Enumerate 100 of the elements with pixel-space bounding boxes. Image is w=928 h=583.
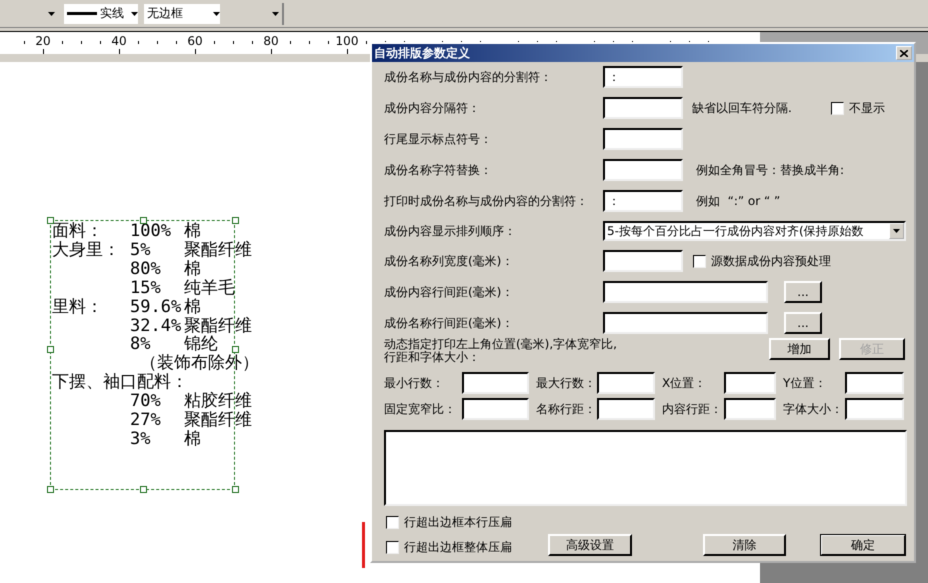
ruler-label: 80 — [263, 35, 279, 47]
material-text: 粘胶纤维 — [184, 392, 252, 412]
field-label: 成份内容分隔符： — [384, 100, 481, 116]
checkbox[interactable] — [386, 541, 399, 554]
clear-button[interactable]: 清除 — [703, 534, 786, 556]
text-field[interactable] — [845, 398, 904, 420]
resize-handle[interactable] — [47, 346, 54, 353]
text-field[interactable] — [597, 398, 655, 420]
text-field[interactable] — [603, 159, 683, 181]
text-field[interactable] — [724, 372, 776, 394]
checkbox-label: 行超出边框整体压扁 — [404, 539, 512, 556]
field-label: 行尾显示标点符号： — [384, 130, 493, 148]
material-text: 纯羊毛 — [184, 278, 235, 298]
composition-label: 大身里： — [52, 240, 121, 260]
material-text: 聚酯纤维 — [184, 240, 252, 260]
ruler-label: 60 — [187, 35, 203, 47]
text-field[interactable] — [597, 372, 655, 394]
percentage-text: 3% — [130, 430, 152, 449]
percentage-text: 15% — [130, 278, 162, 298]
checkbox[interactable] — [386, 516, 399, 529]
material-text: 棉 — [184, 222, 201, 241]
ruler-label: 40 — [111, 35, 127, 47]
field-label: 最大行数： — [535, 374, 597, 392]
text-area[interactable] — [384, 430, 907, 506]
field-label: 成份名称与成份内容的分割符： — [384, 68, 553, 86]
insertion-line — [362, 522, 365, 568]
percentage-text: 27% — [130, 411, 162, 430]
text-field[interactable] — [603, 97, 683, 119]
percentage-text: 70% — [130, 392, 162, 412]
text-field[interactable] — [462, 398, 529, 420]
text-field[interactable] — [845, 372, 904, 394]
resize-handle[interactable] — [232, 486, 239, 493]
checkbox[interactable] — [830, 102, 844, 114]
text-field[interactable] — [462, 372, 529, 394]
checkbox-label: 源数据成份内容预处理 — [711, 252, 831, 270]
checkbox-label: 行超出边框本行压扁 — [404, 514, 512, 531]
hint-text: 例如全角冒号：替换成半角: — [696, 162, 844, 178]
add-button[interactable]: 增加 — [769, 338, 830, 360]
checkbox[interactable] — [693, 254, 706, 268]
composition-label: 下摆、袖口配料： — [52, 373, 188, 392]
field-label: 成份内容显示排列顺序： — [384, 222, 517, 240]
field-label: 成份名称字符替换： — [384, 162, 493, 178]
field-label: 名称行距： — [535, 400, 597, 418]
resize-handle[interactable] — [140, 486, 147, 493]
material-text: 聚酯纤维 — [184, 411, 252, 430]
hint-text: 例如 “:” or “ ” — [696, 192, 780, 210]
browse-button[interactable]: ... — [784, 312, 822, 334]
text-field[interactable]: ： — [603, 66, 683, 88]
hint-text: 缺省以回车符分隔. — [692, 100, 792, 116]
section-label: 动态指定打印左上角位置(毫米),字体宽窄比, 行距和字体大小： — [384, 338, 618, 366]
percentage-text: 80% — [130, 260, 162, 279]
percentage-text: 59.6% — [130, 298, 182, 317]
ruler-label: 100 — [336, 35, 358, 47]
browse-button[interactable]: ... — [784, 281, 822, 303]
field-label: 成份名称行间距(毫米)： — [384, 314, 514, 332]
field-label: 打印时成份名称与成份内容的分割符： — [384, 192, 589, 210]
select-field[interactable]: 5-按每个百分比占一行成份内容对齐(保持原始数 — [603, 221, 906, 241]
note-text: （装饰布除外） — [140, 354, 259, 374]
resize-handle[interactable] — [232, 217, 239, 224]
material-text: 棉 — [184, 260, 201, 279]
line-style-dropdown[interactable]: 实线 — [64, 4, 138, 24]
percentage-text: 32.4% — [130, 316, 182, 336]
field-label: 字体大小： — [782, 400, 844, 418]
percentage-text: 100% — [130, 222, 172, 241]
composition-label: 面料： — [52, 222, 104, 241]
caret-icon — [213, 12, 220, 16]
solid-line-icon — [67, 12, 97, 15]
ruler-label: 20 — [35, 35, 51, 47]
field-label: 成份内容行间距(毫米)： — [384, 284, 514, 300]
border-style-dropdown[interactable]: 无边框 — [144, 4, 220, 24]
caret-icon — [131, 12, 138, 16]
percentage-text: 5% — [130, 240, 152, 260]
ok-button[interactable]: 确定 — [820, 534, 906, 556]
advanced-settings-button[interactable]: 高级设置 — [548, 534, 632, 556]
field-label: 成份名称列宽度(毫米)： — [384, 252, 514, 270]
resize-handle[interactable] — [47, 217, 54, 224]
caret-icon — [48, 12, 54, 16]
field-label: Y位置： — [782, 374, 828, 392]
caret-icon — [893, 229, 900, 233]
resize-handle[interactable] — [47, 486, 54, 493]
material-text: 锦纶 — [184, 335, 218, 354]
material-text: 聚酯纤维 — [184, 316, 252, 336]
text-field[interactable]: ： — [603, 190, 683, 212]
text-field[interactable] — [603, 128, 683, 150]
material-text: 棉 — [184, 430, 201, 449]
material-text: 棉 — [184, 298, 201, 317]
close-button[interactable] — [896, 46, 912, 60]
percentage-text: 8% — [130, 335, 151, 354]
composition-label: 里料： — [52, 298, 104, 317]
text-field[interactable] — [603, 281, 768, 303]
field-label: 固定宽窄比： — [384, 400, 457, 418]
text-field[interactable] — [603, 312, 768, 334]
text-field[interactable] — [724, 398, 776, 420]
resize-handle[interactable] — [232, 346, 239, 353]
field-label: X位置： — [661, 374, 708, 392]
resize-handle[interactable] — [140, 217, 147, 224]
text-field[interactable] — [603, 250, 683, 272]
close-icon — [900, 50, 908, 56]
caret-icon — [272, 12, 278, 16]
dialog-title: 自动排版参数定义 — [374, 44, 470, 62]
